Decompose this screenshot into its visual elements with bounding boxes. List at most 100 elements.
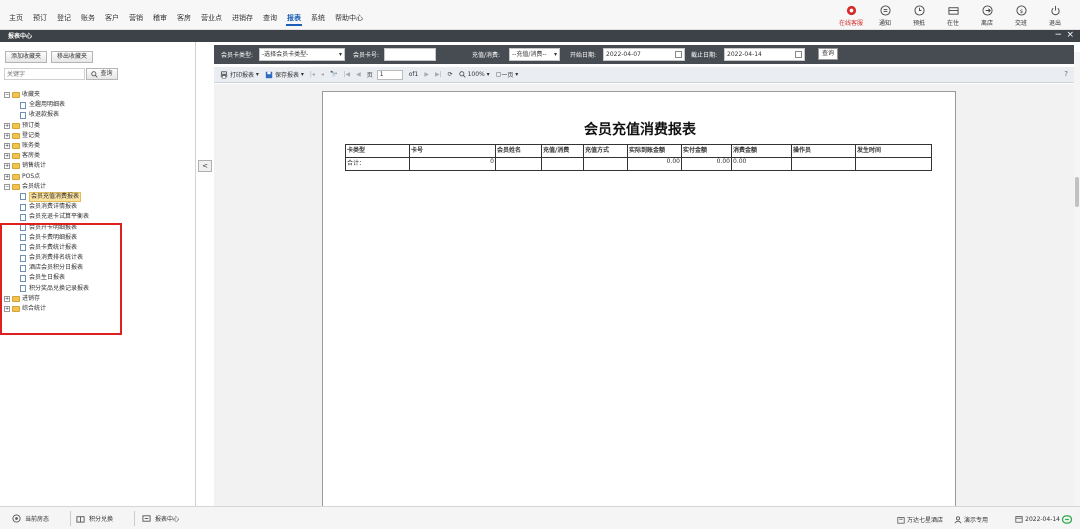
expand-icon[interactable]: +	[4, 132, 10, 139]
add-favorite-button[interactable]: 添加收藏夹	[5, 51, 48, 63]
tree-report-item[interactable]: 会员生日报表	[4, 273, 89, 283]
tree-report-item[interactable]: 收退款报表	[4, 110, 89, 120]
tree-report-item[interactable]: 会员充退卡试算平衡表	[4, 212, 89, 222]
page-prev-button[interactable]: ◀	[356, 71, 361, 78]
menu-item[interactable]: 稽审	[152, 13, 168, 26]
tool-exit[interactable]: 离店	[970, 5, 1004, 27]
status-room-status[interactable]: 当前房态	[12, 514, 49, 523]
tree-folder[interactable]: + 账务类	[4, 141, 89, 151]
close-button[interactable]: ×	[1066, 30, 1074, 41]
page-next-button[interactable]: ▶	[424, 71, 429, 78]
collapse-icon[interactable]: −	[4, 183, 10, 190]
end-date-input[interactable]: 2022-04-14	[724, 48, 805, 61]
prev-page-icon[interactable]: ◂	[321, 71, 324, 78]
calendar-icon[interactable]	[675, 51, 682, 58]
calendar-icon[interactable]	[795, 51, 802, 58]
tree-report-item[interactable]: 酒店会员积分日报表	[4, 263, 89, 273]
tree-folder[interactable]: + 客房类	[4, 151, 89, 161]
page-last-button[interactable]: ▶|	[435, 71, 442, 78]
menu-item[interactable]: 进销存	[231, 13, 254, 26]
tree-report-item[interactable]: 会员卡费明细报表	[4, 233, 89, 243]
tool-power[interactable]: 退出	[1038, 5, 1072, 27]
tree-folder[interactable]: + 进销存	[4, 294, 89, 304]
report-filter-bar: 会员卡类型: -选择会员卡类型- ▾ 会员卡号: 充值/消费: --充值/消费--…	[214, 45, 1074, 64]
collapse-panel-button[interactable]: <	[198, 160, 212, 172]
expand-icon[interactable]: +	[4, 143, 10, 150]
tree-folder[interactable]: − 收藏夹	[4, 90, 89, 100]
status-report[interactable]: 报表中心	[142, 514, 179, 523]
menu-item[interactable]: 查询	[262, 13, 278, 26]
printer-icon	[220, 70, 228, 78]
refresh-icon[interactable]: ⟳	[448, 71, 453, 78]
tree-report-item[interactable]: 会员消费排名统计表	[4, 253, 89, 263]
document-icon	[20, 111, 26, 119]
tree-folder[interactable]: + 预订类	[4, 121, 89, 131]
expand-icon[interactable]: +	[4, 295, 10, 302]
report-toolbar: 打印报表 ▾ 保存报表 ▾ |◂ ◂ 🔭 |◀ ◀ 页 1 of1 ▶ ▶| ⟳…	[214, 67, 1074, 83]
find-icon[interactable]: 🔭	[330, 71, 337, 78]
tree-report-item[interactable]: 会员充值消费报表	[4, 191, 89, 202]
total-cell: 合计：	[345, 157, 410, 171]
expand-icon[interactable]: +	[4, 153, 10, 160]
tree-folder[interactable]: + 销售统计	[4, 161, 89, 171]
tree-folder[interactable]: − 会员统计	[4, 182, 89, 192]
keyword-input[interactable]	[4, 68, 85, 80]
tree-report-item[interactable]: 会员消费详情报表	[4, 202, 89, 212]
menu-item[interactable]: 帮助中心	[334, 13, 364, 26]
tree-report-item[interactable]: 会员卡费统计报表	[4, 243, 89, 253]
floppy-icon	[265, 71, 273, 78]
remove-favorite-button[interactable]: 移出收藏夹	[51, 51, 94, 63]
connection-icon[interactable]	[1061, 515, 1075, 524]
menu-item[interactable]: 客户	[104, 13, 120, 26]
charge-type-select[interactable]: --充值/消费-- ▾	[509, 48, 560, 61]
scrollbar-thumb[interactable]	[1075, 177, 1079, 207]
tool-clock[interactable]: 预抵	[902, 5, 936, 27]
menu-item[interactable]: 报表	[286, 13, 302, 26]
page-first-button[interactable]: |◀	[343, 71, 350, 78]
total-cell	[791, 157, 856, 171]
tree-report-item[interactable]: 积分奖品兑换记录报表	[4, 284, 89, 294]
tool-bell[interactable]: 通知	[868, 5, 902, 27]
first-page-icon[interactable]: |◂	[310, 71, 315, 78]
expand-icon[interactable]: +	[4, 173, 10, 180]
card-no-input[interactable]	[384, 48, 436, 61]
headset-icon	[846, 5, 856, 16]
menu-item[interactable]: 营业点	[200, 13, 223, 26]
menu-item[interactable]: 营销	[128, 13, 144, 26]
page-input[interactable]: 1	[376, 69, 403, 80]
start-date-input[interactable]: 2022-04-07	[603, 48, 685, 61]
tree-report-item[interactable]: 会员开卡明细报表	[4, 222, 89, 232]
collapse-icon[interactable]: −	[4, 92, 10, 99]
expand-icon[interactable]: +	[4, 163, 10, 170]
total-cell: 0.00	[681, 157, 732, 171]
menu-item[interactable]: 系统	[310, 13, 326, 26]
menu-item[interactable]: 主页	[8, 13, 24, 26]
menu-item[interactable]: 账务	[80, 13, 96, 26]
minimize-button[interactable]: −	[1054, 30, 1062, 41]
save-report-button[interactable]: 保存报表 ▾	[265, 70, 304, 79]
current-user: 演示专用	[954, 515, 988, 524]
menu-item[interactable]: 预订	[32, 13, 48, 26]
help-icon[interactable]: ?	[1064, 70, 1068, 78]
tree-folder[interactable]: + 综合统计	[4, 304, 89, 314]
menu-item[interactable]: 客房	[176, 13, 192, 26]
column-header: 发生时间	[855, 144, 932, 158]
tool-headset[interactable]: 在线客服	[834, 5, 868, 27]
tree-folder[interactable]: + 登记类	[4, 131, 89, 141]
expand-icon[interactable]: +	[4, 306, 10, 313]
card-type-select[interactable]: -选择会员卡类型- ▾	[259, 48, 345, 61]
print-report-button[interactable]: 打印报表 ▾	[220, 70, 259, 79]
expand-icon[interactable]: +	[4, 122, 10, 129]
tree-folder[interactable]: + POS点	[4, 172, 89, 182]
zoom-select[interactable]: 100% ▾	[458, 71, 490, 78]
status-gift[interactable]: 积分兑换	[76, 514, 113, 523]
keyword-search-button[interactable]: 查询	[86, 68, 118, 80]
menu-item[interactable]: 登记	[56, 13, 72, 26]
tool-bed[interactable]: 在住	[936, 5, 970, 27]
page-view-select[interactable]: ▢ 一页 ▾	[496, 70, 519, 79]
vertical-scrollbar[interactable]	[1074, 52, 1080, 506]
tree-report-item[interactable]: 全趣用明细表	[4, 100, 89, 110]
tool-handover[interactable]: $ 交班	[1004, 5, 1038, 27]
filter-query-button[interactable]: 查询	[818, 48, 838, 60]
column-header: 会员姓名	[495, 144, 542, 158]
